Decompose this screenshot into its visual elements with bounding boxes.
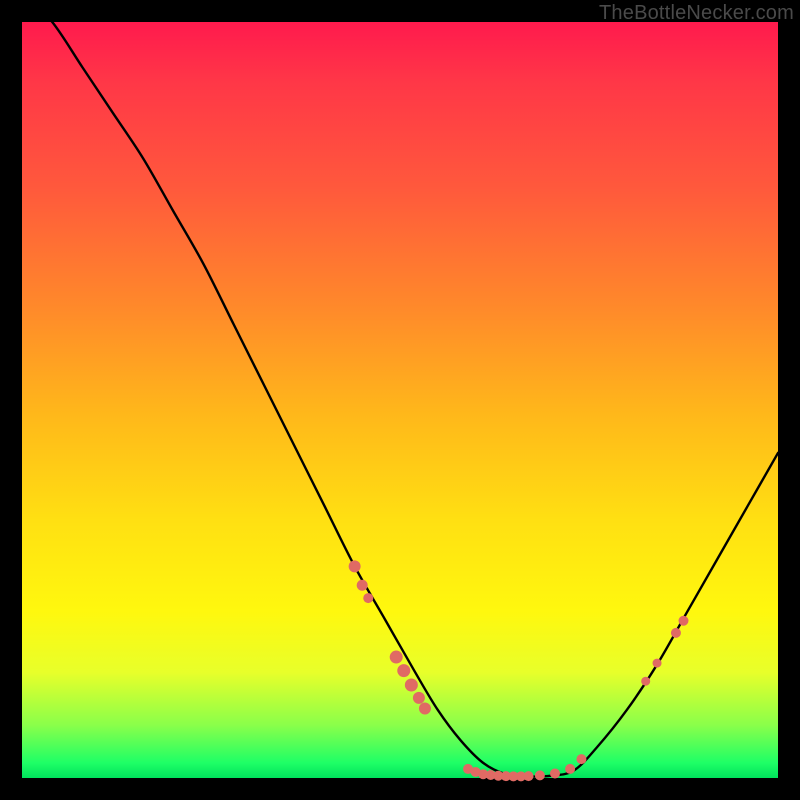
chart-marker xyxy=(535,770,545,780)
chart-marker xyxy=(679,616,689,626)
chart-marker xyxy=(524,771,534,781)
chart-marker xyxy=(357,580,368,591)
chart-marker xyxy=(413,692,425,704)
chart-marker xyxy=(576,754,586,764)
chart-marker xyxy=(397,664,410,677)
chart-marker xyxy=(565,764,575,774)
chart-marker xyxy=(641,677,650,686)
chart-marker xyxy=(390,651,403,664)
watermark-text: TheBottleNecker.com xyxy=(599,2,794,25)
chart-plot-area xyxy=(22,22,778,778)
chart-marker xyxy=(363,593,373,603)
chart-frame: TheBottleNecker.com xyxy=(0,0,800,800)
chart-markers xyxy=(349,560,689,781)
chart-marker xyxy=(419,702,431,714)
chart-marker xyxy=(550,768,560,778)
chart-svg xyxy=(22,22,778,778)
chart-marker xyxy=(405,679,418,692)
chart-marker xyxy=(653,659,662,668)
chart-marker xyxy=(671,628,681,638)
chart-marker xyxy=(349,560,361,572)
